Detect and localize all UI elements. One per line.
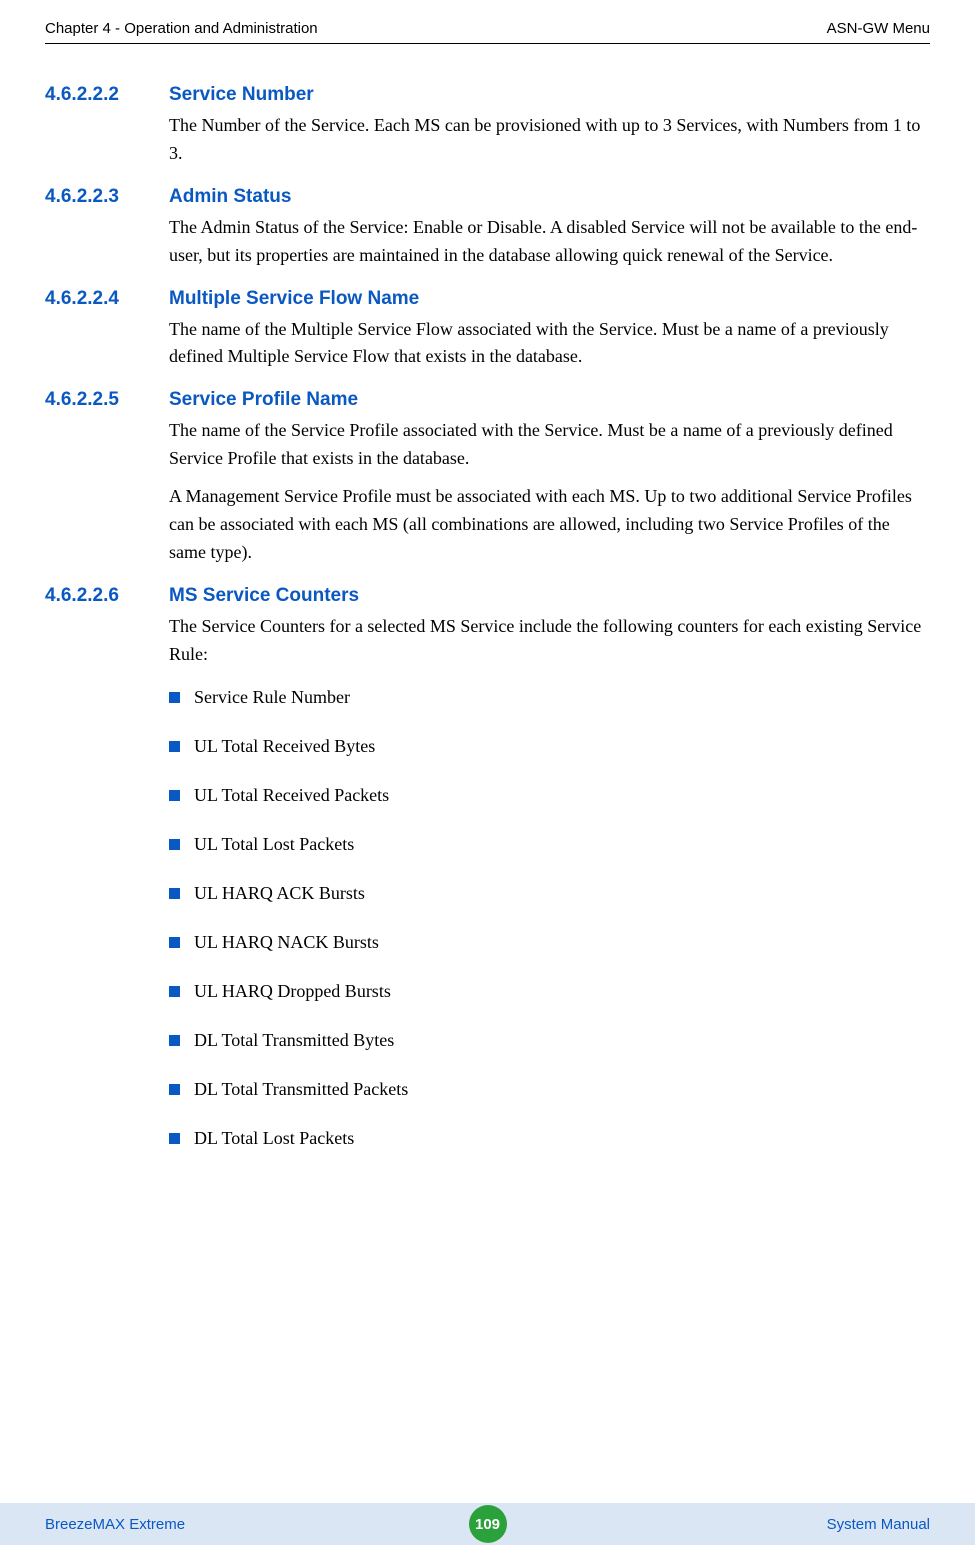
section-heading: 4.6.2.2.5 Service Profile Name [45,389,930,411]
section-number: 4.6.2.2.3 [45,186,169,208]
section-title: Admin Status [169,186,291,208]
list-item-text: UL HARQ Dropped Bursts [194,981,391,1002]
section-number: 4.6.2.2.4 [45,288,169,310]
section-paragraph: A Management Service Profile must be ass… [169,483,930,567]
header-left: Chapter 4 - Operation and Administration [45,20,318,37]
square-bullet-icon [169,937,180,948]
list-item: UL HARQ NACK Bursts [169,932,930,953]
list-item-text: UL HARQ NACK Bursts [194,932,379,953]
square-bullet-icon [169,839,180,850]
section-admin-status: 4.6.2.2.3 Admin Status The Admin Status … [45,186,930,270]
square-bullet-icon [169,692,180,703]
section-title: Multiple Service Flow Name [169,288,419,310]
section-heading: 4.6.2.2.6 MS Service Counters [45,585,930,607]
section-number: 4.6.2.2.5 [45,389,169,411]
square-bullet-icon [169,888,180,899]
list-item: DL Total Lost Packets [169,1128,930,1149]
footer-right: System Manual [827,1516,930,1533]
square-bullet-icon [169,1084,180,1095]
section-paragraph: The Service Counters for a selected MS S… [169,613,930,669]
bullet-list: Service Rule Number UL Total Received By… [169,687,930,1149]
square-bullet-icon [169,1133,180,1144]
list-item-text: UL HARQ ACK Bursts [194,883,365,904]
list-item: UL Total Received Bytes [169,736,930,757]
list-item-text: Service Rule Number [194,687,350,708]
list-item-text: UL Total Received Packets [194,785,389,806]
section-number: 4.6.2.2.2 [45,84,169,106]
section-service-number: 4.6.2.2.2 Service Number The Number of t… [45,84,930,168]
page-number-badge: 109 [469,1505,507,1543]
section-number: 4.6.2.2.6 [45,585,169,607]
list-item: UL Total Lost Packets [169,834,930,855]
page-header: Chapter 4 - Operation and Administration… [45,20,930,44]
section-paragraph: The Number of the Service. Each MS can b… [169,112,930,168]
list-item-text: UL Total Received Bytes [194,736,375,757]
list-item: DL Total Transmitted Packets [169,1079,930,1100]
list-item: UL HARQ ACK Bursts [169,883,930,904]
section-multiple-service-flow-name: 4.6.2.2.4 Multiple Service Flow Name The… [45,288,930,372]
section-heading: 4.6.2.2.3 Admin Status [45,186,930,208]
square-bullet-icon [169,790,180,801]
list-item: UL HARQ Dropped Bursts [169,981,930,1002]
square-bullet-icon [169,741,180,752]
header-right: ASN-GW Menu [827,20,930,37]
section-title: Service Number [169,84,314,106]
section-heading: 4.6.2.2.4 Multiple Service Flow Name [45,288,930,310]
list-item: DL Total Transmitted Bytes [169,1030,930,1051]
footer-left: BreezeMAX Extreme [45,1516,185,1533]
section-heading: 4.6.2.2.2 Service Number [45,84,930,106]
section-title: MS Service Counters [169,585,359,607]
section-paragraph: The Admin Status of the Service: Enable … [169,214,930,270]
list-item-text: UL Total Lost Packets [194,834,354,855]
list-item-text: DL Total Transmitted Bytes [194,1030,394,1051]
section-service-profile-name: 4.6.2.2.5 Service Profile Name The name … [45,389,930,566]
square-bullet-icon [169,1035,180,1046]
section-paragraph: The name of the Multiple Service Flow as… [169,316,930,372]
section-paragraph: The name of the Service Profile associat… [169,417,930,473]
list-item-text: DL Total Transmitted Packets [194,1079,408,1100]
section-ms-service-counters: 4.6.2.2.6 MS Service Counters The Servic… [45,585,930,1149]
page-footer: BreezeMAX Extreme 109 System Manual [0,1503,975,1545]
square-bullet-icon [169,986,180,997]
list-item: Service Rule Number [169,687,930,708]
list-item: UL Total Received Packets [169,785,930,806]
list-item-text: DL Total Lost Packets [194,1128,354,1149]
section-title: Service Profile Name [169,389,358,411]
page-container: Chapter 4 - Operation and Administration… [0,0,975,1149]
